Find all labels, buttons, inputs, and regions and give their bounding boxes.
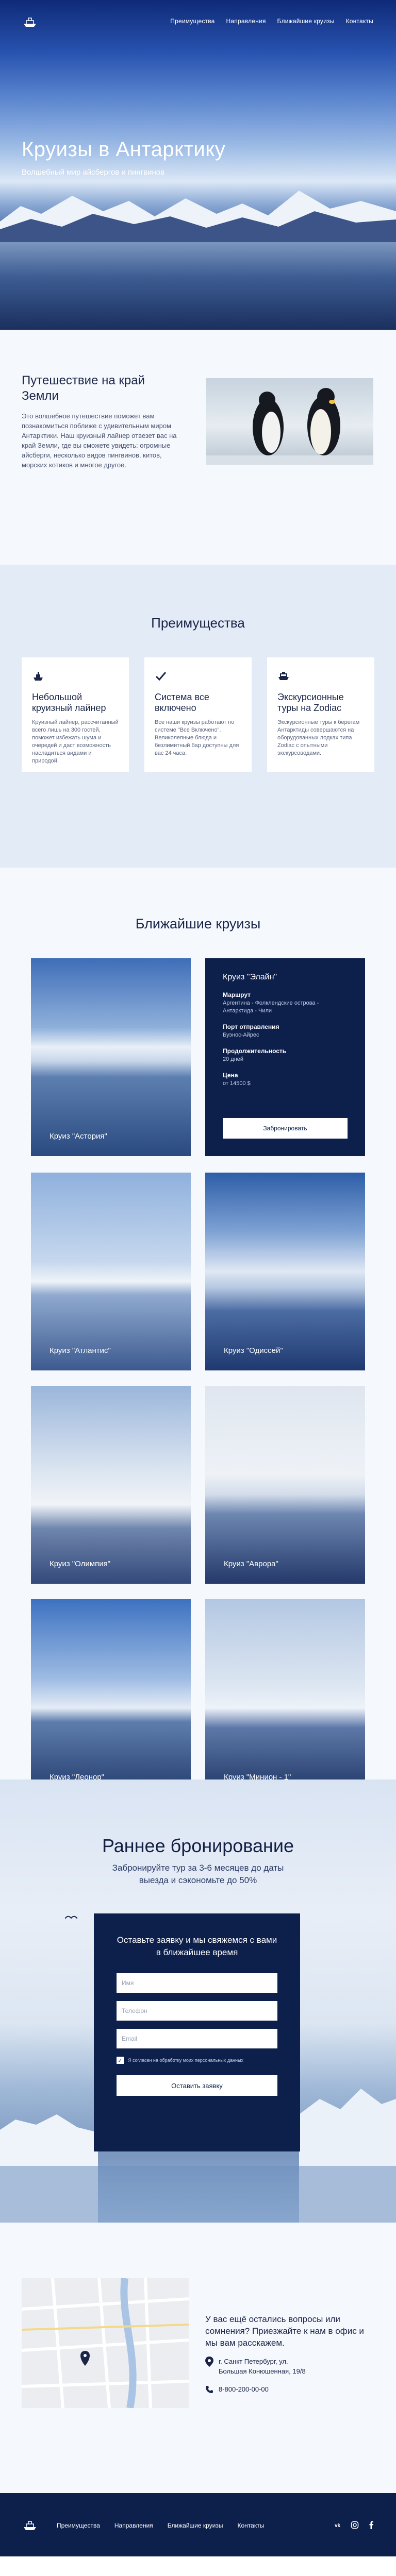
footer-nav-cruises[interactable]: Ближайшие круизы — [168, 2522, 223, 2529]
about-section: Путешествие на край Земли Это волшебное … — [0, 330, 396, 565]
phone-row: 8-800-200-00-00 — [205, 2385, 269, 2394]
hero-water — [0, 242, 396, 330]
booking-section: Раннее бронирование Забронируйте тур за … — [0, 1780, 396, 2223]
consent-checkbox-row: ✓ Я согласен на обработку моих персональ… — [117, 2057, 277, 2064]
cruise-card-aurora[interactable]: Круиз "Аврора" — [205, 1386, 365, 1584]
address-text: г. Санкт Петербург, ул. Большая Конюшенн… — [219, 2358, 306, 2375]
advantage-title: Экскурсионные туры на Zodiac — [277, 692, 344, 713]
advantage-text: Экскурсионные туры к берегам Антарктиды … — [277, 719, 360, 756]
penguins-image — [206, 378, 373, 465]
ship-icon — [34, 672, 43, 681]
location-pin-icon — [205, 2357, 213, 2367]
advantages-section: Преимущества Небольшой круизный лайнер К… — [0, 565, 396, 868]
cruise-card-leonor[interactable]: Круиз "Леонор" — [31, 1599, 191, 1797]
route-label: Маршрут — [223, 991, 251, 998]
bird-icon — [65, 1916, 77, 1919]
phone-text[interactable]: 8-800-200-00-00 — [219, 2385, 269, 2394]
price-label: Цена — [223, 1072, 238, 1079]
phone-input[interactable]: Телефон — [117, 2001, 277, 2021]
port-value: Буэнос-Айрес — [223, 1032, 259, 1038]
address-row: г. Санкт Петербург, ул. Большая Конюшенн… — [205, 2357, 317, 2376]
cruise-detail-card: Круиз "Элайн" Маршрут Аргентина - Фолкле… — [205, 958, 365, 1156]
vk-icon[interactable]: vk — [334, 2521, 342, 2529]
instagram-icon[interactable] — [351, 2521, 359, 2529]
advantage-text: Круизный лайнер, рассчитанный всего лишь… — [32, 719, 119, 764]
duration-value: 20 дней — [223, 1056, 244, 1062]
svg-text:vk: vk — [335, 2523, 341, 2529]
form-title: Оставьте заявку и мы свяжемся с вами в б… — [117, 1935, 277, 1957]
duration-label: Продолжительность — [223, 1047, 287, 1055]
advantage-text: Все наши круизы работают по системе "Все… — [155, 719, 239, 756]
cruise-name: Круиз "Одиссей" — [224, 1346, 283, 1355]
cruise-card-atlantis[interactable]: Круиз "Атлантис" — [31, 1173, 191, 1370]
footer: Преимущества Направления Ближайшие круиз… — [0, 2493, 396, 2556]
cruise-detail-name: Круиз "Элайн" — [223, 973, 277, 981]
ship-logo-icon[interactable] — [22, 14, 38, 28]
cruise-card-minion[interactable]: Круиз "Минион - 1" — [205, 1599, 365, 1797]
cruise-name: Круиз "Олимпия" — [50, 1560, 111, 1568]
advantage-title: Система все включено — [155, 692, 209, 713]
nav-advantages[interactable]: Преимущества — [170, 18, 214, 25]
cruise-name: Круиз "Аврора" — [224, 1560, 278, 1568]
booking-subtitle-text: Забронируйте тур за 3-6 месяцев до даты … — [112, 1863, 284, 1885]
consent-label: Я согласен на обработку моих персональны… — [128, 2058, 243, 2063]
check-icon — [155, 672, 167, 681]
cruise-name: Круиз "Атлантис" — [50, 1346, 111, 1355]
hero-title: Круизы в Антарктику — [22, 138, 226, 161]
contact-question: У вас ещё остались вопросы или сомнения?… — [205, 2314, 364, 2348]
contact-section: У вас ещё остались вопросы или сомнения?… — [0, 2223, 396, 2493]
name-input[interactable]: Имя — [117, 1973, 277, 1993]
advantage-card: Экскурсионные туры на Zodiac Экскурсионн… — [267, 657, 374, 772]
consent-checkbox[interactable]: ✓ — [117, 2057, 124, 2064]
ship-logo-icon[interactable] — [22, 2518, 38, 2531]
footer-nav-contacts[interactable]: Контакты — [238, 2522, 265, 2529]
hero-mountains — [0, 191, 396, 247]
map[interactable] — [22, 2278, 189, 2408]
cruises-section: Ближайшие круизы Круиз "Астория" Круиз "… — [0, 868, 396, 1797]
submit-button[interactable]: Оставить заявку — [117, 2075, 277, 2096]
advantages-title: Преимущества — [151, 615, 245, 631]
about-title: Путешествие на край Земли — [22, 374, 145, 403]
cruise-card-odyssey[interactable]: Круиз "Одиссей" — [205, 1173, 365, 1370]
booking-subtitle: Забронируйте тур за 3-6 месяцев до даты … — [0, 1862, 396, 1887]
advantage-card: Небольшой круизный лайнер Круизный лайне… — [22, 657, 129, 772]
book-button[interactable]: Забронировать — [223, 1118, 348, 1139]
booking-title: Раннее бронирование — [102, 1835, 294, 1856]
advantage-card: Система все включено Все наши круизы раб… — [144, 657, 252, 772]
nav-contacts[interactable]: Контакты — [346, 18, 373, 25]
footer-nav-directions[interactable]: Направления — [114, 2522, 153, 2529]
nav-directions[interactable]: Направления — [226, 18, 266, 25]
footer-nav-advantages[interactable]: Преимущества — [57, 2522, 100, 2529]
boat-icon — [278, 672, 289, 680]
cruise-card-olympia[interactable]: Круиз "Олимпия" — [31, 1386, 191, 1584]
route-value: Аргентина - Фолклендские острова - Антар… — [223, 1000, 319, 1014]
booking-form: Оставьте заявку и мы свяжемся с вами в б… — [94, 1913, 300, 2151]
price-value: от 14500 $ — [223, 1080, 251, 1087]
port-label: Порт отправления — [223, 1023, 279, 1030]
cruise-name: Круиз "Астория" — [50, 1132, 107, 1141]
facebook-icon[interactable] — [367, 2521, 375, 2529]
cruise-card-astoria[interactable]: Круиз "Астория" — [31, 958, 191, 1156]
hero-subtitle: Волшебный мир айсбергов и пингвинов — [22, 168, 165, 177]
email-input[interactable]: Email — [117, 2029, 277, 2048]
cruises-title: Ближайшие круизы — [135, 916, 261, 931]
hero-section: Преимущества Направления Ближайшие круиз… — [0, 0, 396, 330]
top-nav: Преимущества Направления Ближайшие круиз… — [0, 14, 396, 29]
about-text: Это волшебное путешествие поможет вам по… — [22, 412, 177, 469]
advantage-title: Небольшой круизный лайнер — [32, 692, 106, 713]
nav-cruises[interactable]: Ближайшие круизы — [277, 18, 335, 25]
phone-icon — [206, 2386, 213, 2393]
